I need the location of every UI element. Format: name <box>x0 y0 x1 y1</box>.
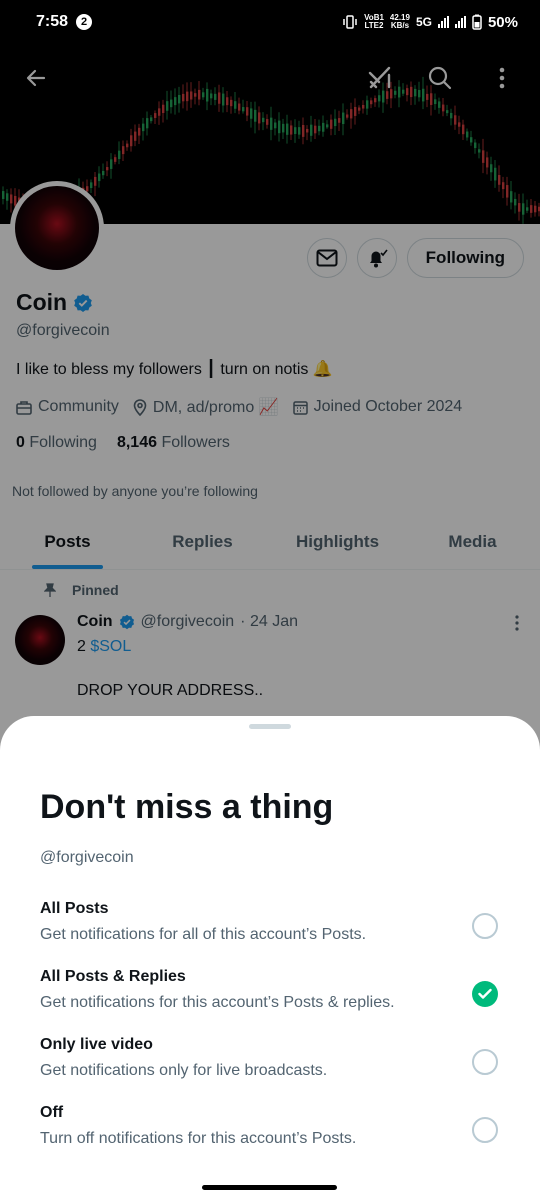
vibrate-icon <box>343 15 357 29</box>
option-title: All Posts & Replies <box>40 968 186 985</box>
sheet-title: Don't miss a thing <box>40 788 334 826</box>
signal-icon <box>437 16 449 28</box>
status-bar: 7:58 2 VoB1 LTE2 42.19 KB/s 5G 50% <box>0 0 540 44</box>
system-nav-handle[interactable] <box>202 1185 337 1190</box>
network-type: 5G <box>415 15 432 29</box>
signal-icon-2 <box>454 16 466 28</box>
volte-indicator: VoB1 LTE2 <box>364 13 384 30</box>
option-only-live-video[interactable]: Only live video Get notifications only f… <box>40 1036 510 1096</box>
option-description: Get notifications only for live broadcas… <box>40 1062 328 1079</box>
option-title: All Posts <box>40 900 109 917</box>
radio-button[interactable] <box>472 1049 498 1075</box>
option-off[interactable]: Off Turn off notifications for this acco… <box>40 1104 510 1164</box>
option-all-posts[interactable]: All Posts Get notifications for all of t… <box>40 900 510 960</box>
option-description: Get notifications for this account’s Pos… <box>40 994 395 1011</box>
option-all-posts-replies[interactable]: All Posts & Replies Get notifications fo… <box>40 968 510 1028</box>
battery-icon <box>472 14 482 30</box>
speed-indicator: 42.19 KB/s <box>389 13 410 30</box>
radio-button-selected[interactable] <box>472 981 498 1007</box>
sheet-handle: @forgivecoin <box>40 849 134 866</box>
radio-button[interactable] <box>472 913 498 939</box>
radio-button[interactable] <box>472 1117 498 1143</box>
option-description: Get notifications for all of this accoun… <box>40 926 367 943</box>
option-title: Off <box>40 1104 64 1121</box>
checkmark-icon <box>478 988 492 999</box>
sheet-grabber[interactable] <box>249 724 291 729</box>
battery-level: 50% <box>487 13 518 31</box>
status-indicators: VoB1 LTE2 42.19 KB/s 5G 50% <box>342 14 518 31</box>
status-time-group: 7:58 2 <box>36 13 93 31</box>
option-description: Turn off notifications for this account’… <box>40 1130 357 1147</box>
notification-count-badge: 2 <box>76 14 93 30</box>
status-time: 7:58 <box>36 13 69 30</box>
notification-settings-sheet: Don't miss a thing @forgivecoin All Post… <box>0 716 540 1200</box>
option-title: Only live video <box>40 1036 153 1053</box>
